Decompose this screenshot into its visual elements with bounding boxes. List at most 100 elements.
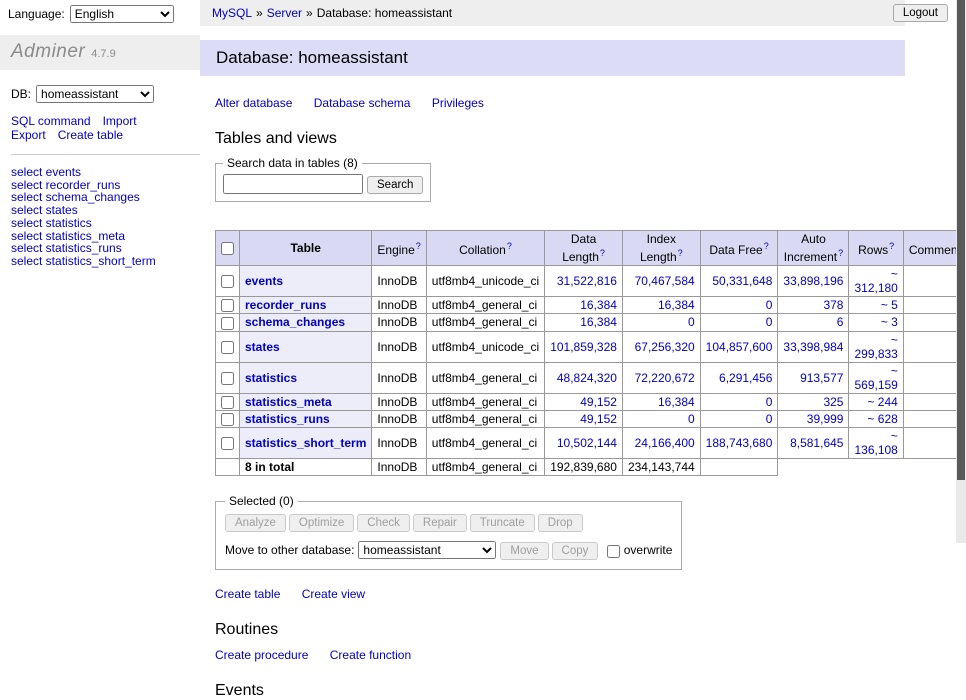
data-length-link[interactable]: 49,152 bbox=[580, 412, 617, 426]
row-checkbox[interactable] bbox=[221, 437, 234, 450]
language-select[interactable]: English bbox=[70, 5, 174, 23]
data-free-link[interactable]: 0 bbox=[766, 298, 773, 312]
data-length-link[interactable]: 101,859,328 bbox=[550, 340, 617, 354]
help-link[interactable]: ? bbox=[764, 241, 769, 251]
column-header-index-length[interactable]: Index Length? bbox=[622, 231, 700, 266]
data-length-link[interactable]: 49,152 bbox=[580, 395, 617, 409]
move-button[interactable]: Move bbox=[500, 542, 548, 560]
auto-increment-link[interactable]: 33,898,196 bbox=[783, 274, 843, 288]
index-length-link[interactable]: 0 bbox=[688, 412, 695, 426]
table-name-link[interactable]: statistics_meta bbox=[245, 395, 332, 409]
adminer-logo[interactable]: Adminer4.7.9 bbox=[0, 35, 200, 70]
help-link[interactable]: ? bbox=[600, 248, 605, 258]
auto-increment-link[interactable]: 8,581,645 bbox=[790, 436, 843, 450]
create-view-link[interactable]: Create view bbox=[302, 587, 365, 601]
database-schema-link[interactable]: Database schema bbox=[314, 96, 411, 110]
breadcrumb-link-server[interactable]: Server bbox=[267, 6, 302, 20]
column-header-table[interactable]: Table bbox=[240, 231, 372, 266]
rows-count-link[interactable]: ~ 312,180 bbox=[854, 267, 897, 295]
index-length-link[interactable]: 24,166,400 bbox=[635, 436, 695, 450]
auto-increment-link[interactable]: 378 bbox=[823, 298, 843, 312]
check-button[interactable]: Check bbox=[357, 514, 410, 532]
sidebar-item-select-states[interactable]: select states bbox=[11, 204, 189, 217]
scrollbar-thumb[interactable] bbox=[957, 0, 965, 480]
help-link[interactable]: ? bbox=[678, 248, 683, 258]
auto-increment-link[interactable]: 6 bbox=[837, 315, 844, 329]
rows-count-link[interactable]: ~ 136,108 bbox=[854, 429, 897, 457]
rows-count-link[interactable]: ~ 3 bbox=[881, 315, 898, 329]
copy-button[interactable]: Copy bbox=[552, 542, 599, 560]
sidebar-link-create-table[interactable]: Create table bbox=[58, 128, 123, 142]
table-name-link[interactable]: events bbox=[245, 274, 283, 288]
analyze-button[interactable]: Analyze bbox=[225, 514, 286, 532]
sidebar-link-import[interactable]: Import bbox=[103, 114, 137, 128]
rows-count-link[interactable]: ~ 5 bbox=[881, 298, 898, 312]
index-length-link[interactable]: 70,467,584 bbox=[635, 274, 695, 288]
data-length-link[interactable]: 31,522,816 bbox=[557, 274, 617, 288]
data-free-link[interactable]: 0 bbox=[766, 412, 773, 426]
row-checkbox[interactable] bbox=[221, 317, 234, 330]
sidebar-link-export[interactable]: Export bbox=[11, 128, 46, 142]
table-name-link[interactable]: statistics_short_term bbox=[245, 436, 366, 450]
logout-button[interactable]: Logout bbox=[893, 4, 948, 22]
db-select[interactable]: homeassistant bbox=[36, 85, 154, 103]
index-length-link[interactable]: 16,384 bbox=[658, 395, 695, 409]
sidebar-item-select-events[interactable]: select events bbox=[11, 166, 189, 179]
table-name-link[interactable]: statistics bbox=[245, 371, 297, 385]
table-name-link[interactable]: recorder_runs bbox=[245, 298, 326, 312]
index-length-link[interactable]: 0 bbox=[688, 315, 695, 329]
column-header-engine[interactable]: Engine? bbox=[372, 231, 426, 266]
help-link[interactable]: ? bbox=[507, 241, 512, 251]
data-free-link[interactable]: 6,291,456 bbox=[719, 371, 772, 385]
truncate-button[interactable]: Truncate bbox=[470, 514, 535, 532]
help-link[interactable]: ? bbox=[416, 241, 421, 251]
row-checkbox[interactable] bbox=[221, 299, 234, 312]
index-length-link[interactable]: 67,256,320 bbox=[635, 340, 695, 354]
column-header-collation[interactable]: Collation? bbox=[426, 231, 544, 266]
data-length-link[interactable]: 16,384 bbox=[580, 298, 617, 312]
repair-button[interactable]: Repair bbox=[413, 514, 467, 532]
privileges-link[interactable]: Privileges bbox=[432, 96, 484, 110]
index-length-link[interactable]: 16,384 bbox=[658, 298, 695, 312]
data-free-link[interactable]: 0 bbox=[766, 315, 773, 329]
drop-button[interactable]: Drop bbox=[538, 514, 583, 532]
create-function-link[interactable]: Create function bbox=[330, 648, 411, 662]
data-free-link[interactable]: 104,857,600 bbox=[706, 340, 773, 354]
rows-count-link[interactable]: ~ 569,159 bbox=[854, 364, 897, 392]
row-checkbox[interactable] bbox=[221, 396, 234, 409]
rows-count-link[interactable]: ~ 244 bbox=[867, 395, 897, 409]
search-button[interactable]: Search bbox=[367, 176, 423, 194]
optimize-button[interactable]: Optimize bbox=[289, 514, 354, 532]
table-name-link[interactable]: statistics_runs bbox=[245, 412, 330, 426]
search-input[interactable] bbox=[223, 174, 363, 194]
help-link[interactable]: ? bbox=[838, 248, 843, 258]
auto-increment-link[interactable]: 325 bbox=[823, 395, 843, 409]
data-length-link[interactable]: 48,824,320 bbox=[557, 371, 617, 385]
help-link[interactable]: ? bbox=[889, 241, 894, 251]
data-length-link[interactable]: 10,502,144 bbox=[557, 436, 617, 450]
breadcrumb-link-mysql[interactable]: MySQL bbox=[212, 6, 252, 20]
sidebar-item-select-statistics-short-term[interactable]: select statistics_short_term bbox=[11, 255, 189, 268]
create-procedure-link[interactable]: Create procedure bbox=[215, 648, 308, 662]
check-all-checkbox[interactable] bbox=[221, 242, 234, 255]
index-length-link[interactable]: 72,220,672 bbox=[635, 371, 695, 385]
sidebar-link-sql-command[interactable]: SQL command bbox=[11, 114, 91, 128]
column-header-rows[interactable]: Rows? bbox=[849, 231, 903, 266]
row-checkbox[interactable] bbox=[221, 275, 234, 288]
create-table-link[interactable]: Create table bbox=[215, 587, 280, 601]
overwrite-checkbox[interactable] bbox=[607, 545, 620, 558]
auto-increment-link[interactable]: 913,577 bbox=[800, 371, 843, 385]
row-checkbox[interactable] bbox=[221, 372, 234, 385]
auto-increment-link[interactable]: 39,999 bbox=[807, 412, 844, 426]
data-length-link[interactable]: 16,384 bbox=[580, 315, 617, 329]
table-name-link[interactable]: schema_changes bbox=[245, 315, 345, 329]
rows-count-link[interactable]: ~ 628 bbox=[867, 412, 897, 426]
rows-count-link[interactable]: ~ 299,833 bbox=[854, 333, 897, 361]
data-free-link[interactable]: 188,743,680 bbox=[706, 436, 773, 450]
auto-increment-link[interactable]: 33,398,984 bbox=[783, 340, 843, 354]
move-db-select[interactable]: homeassistant bbox=[358, 541, 496, 559]
sidebar-item-select-statistics[interactable]: select statistics bbox=[11, 217, 189, 230]
row-checkbox[interactable] bbox=[221, 341, 234, 354]
column-header-data-free[interactable]: Data Free? bbox=[700, 231, 778, 266]
data-free-link[interactable]: 50,331,648 bbox=[712, 274, 772, 288]
